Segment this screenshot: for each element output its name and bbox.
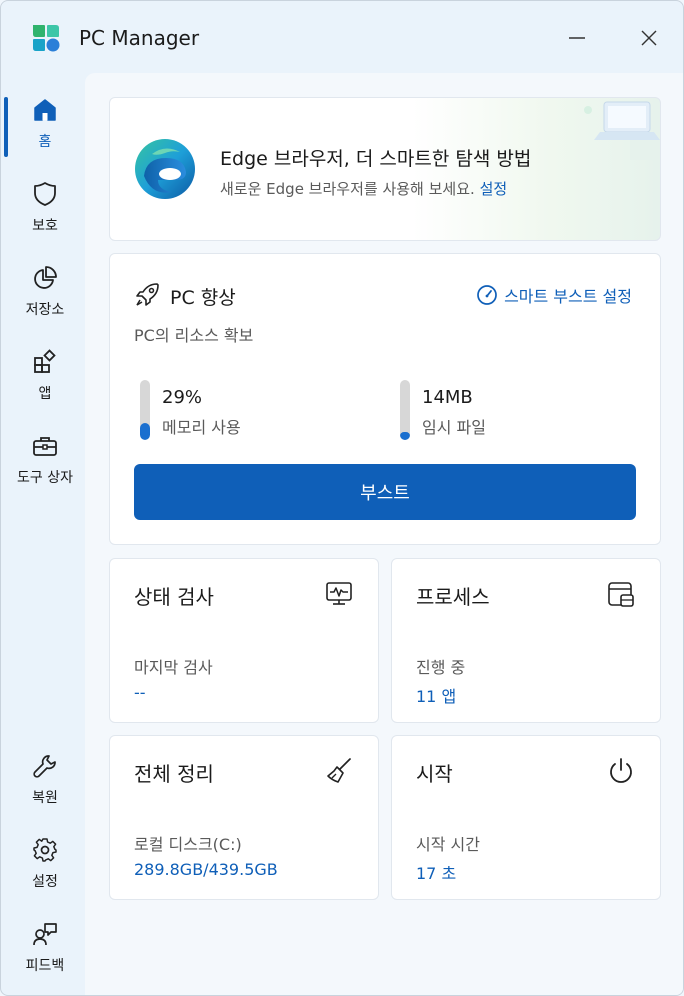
minimize-button[interactable] [557, 21, 597, 55]
sidebar-item-apps[interactable]: 앱 [5, 337, 85, 409]
banner-title: Edge 브라우저, 더 스마트한 탐색 방법 [220, 148, 532, 170]
memory-usage-label: 메모리 사용 [162, 418, 241, 437]
sidebar: 홈 보호 저장소 앱 도구 상자 복원 설정 피드백 [1, 73, 89, 995]
temp-files-meter-fill [400, 432, 410, 440]
startup-time-label: 시작 시간 [416, 835, 480, 854]
broom-icon [324, 756, 354, 786]
gear-icon [32, 837, 58, 863]
pc-boost-card: PC 향상 스마트 부스트 설정 PC의 리소스 확보 29% 메모리 사용 1… [109, 253, 661, 545]
edge-logo-icon [132, 136, 198, 202]
main-content: Edge 브라우저, 더 스마트한 탐색 방법 새로운 Edge 브라우저를 사… [85, 73, 683, 995]
rocket-icon [134, 280, 162, 308]
boost-title: PC 향상 [170, 287, 236, 309]
temp-files-meter [400, 380, 410, 440]
title-bar: PC Manager [1, 1, 683, 73]
sidebar-item-feedback[interactable]: 피드백 [5, 909, 85, 981]
app-window: PC Manager 홈 보호 저장소 앱 도구 상자 복원 설정 피드백 Ed… [0, 0, 684, 996]
monitor-pulse-icon [324, 579, 354, 609]
sidebar-item-toolbox[interactable]: 도구 상자 [5, 421, 85, 493]
process-window-icon [606, 579, 636, 609]
sidebar-item-restore[interactable]: 복원 [5, 741, 85, 813]
smart-boost-settings-link[interactable]: 스마트 부스트 설정 [476, 283, 632, 307]
memory-meter-fill [140, 423, 150, 440]
sidebar-item-label: 복원 [32, 790, 58, 806]
sidebar-item-label: 앱 [38, 386, 52, 402]
laptop-illustration-icon [570, 98, 660, 160]
edge-promo-banner[interactable]: Edge 브라우저, 더 스마트한 탐색 방법 새로운 Edge 브라우저를 사… [109, 97, 661, 241]
sidebar-item-label: 저장소 [25, 302, 65, 318]
running-label: 진행 중 [416, 658, 466, 677]
process-tile[interactable]: 프로세스 진행 중 11 앱 [391, 558, 661, 723]
shield-icon [32, 181, 58, 207]
health-check-title: 상태 검사 [134, 585, 214, 609]
sidebar-item-home[interactable]: 홈 [5, 85, 85, 157]
gauge-icon [477, 285, 497, 305]
power-icon [606, 756, 636, 786]
feedback-icon [32, 921, 58, 947]
startup-tile[interactable]: 시작 시작 시간 17 초 [391, 735, 661, 900]
close-button[interactable] [629, 21, 669, 55]
process-title: 프로세스 [416, 585, 490, 609]
smart-boost-label: 스마트 부스트 설정 [504, 287, 632, 306]
boost-button[interactable]: 부스트 [134, 464, 636, 520]
pie-chart-icon [32, 265, 58, 291]
sidebar-item-settings[interactable]: 설정 [5, 825, 85, 897]
temp-files-value: 14MB [422, 387, 473, 408]
temp-files-label: 임시 파일 [422, 418, 486, 437]
banner-subtitle: 새로운 Edge 브라우저를 사용해 보세요. 설정 [220, 178, 507, 199]
health-check-tile[interactable]: 상태 검사 마지막 검사 -- [109, 558, 379, 723]
deep-cleanup-tile[interactable]: 전체 정리 로컬 디스크(C:) 289.8GB/439.5GB [109, 735, 379, 900]
home-icon [32, 97, 58, 123]
sidebar-item-label: 도구 상자 [17, 470, 73, 486]
cleanup-title: 전체 정리 [134, 762, 214, 786]
close-icon [641, 30, 657, 46]
sidebar-item-label: 홈 [38, 134, 52, 150]
banner-settings-link[interactable]: 설정 [480, 180, 508, 198]
sidebar-item-label: 설정 [32, 874, 58, 890]
sidebar-item-storage[interactable]: 저장소 [5, 253, 85, 325]
banner-subtitle-text: 새로운 Edge 브라우저를 사용해 보세요. [220, 180, 475, 198]
startup-title: 시작 [416, 762, 453, 786]
boost-description: PC의 리소스 확보 [134, 326, 254, 345]
minimize-icon [569, 37, 585, 39]
wrench-icon [32, 753, 58, 779]
sidebar-item-label: 피드백 [25, 958, 65, 974]
disk-usage-value: 289.8GB/439.5GB [134, 860, 278, 879]
local-disk-label: 로컬 디스크(C:) [134, 835, 242, 854]
sidebar-item-protection[interactable]: 보호 [5, 169, 85, 241]
apps-icon [32, 349, 58, 375]
sidebar-item-label: 보호 [32, 218, 58, 234]
last-scan-label: 마지막 검사 [134, 658, 213, 677]
memory-meter [140, 380, 150, 440]
toolbox-icon [32, 433, 58, 459]
last-scan-value: -- [134, 683, 146, 702]
app-title: PC Manager [79, 26, 200, 50]
pc-manager-logo-icon [31, 23, 61, 53]
running-apps-value: 11 앱 [416, 687, 457, 706]
memory-usage-value: 29% [162, 387, 203, 408]
startup-time-value: 17 초 [416, 864, 457, 883]
